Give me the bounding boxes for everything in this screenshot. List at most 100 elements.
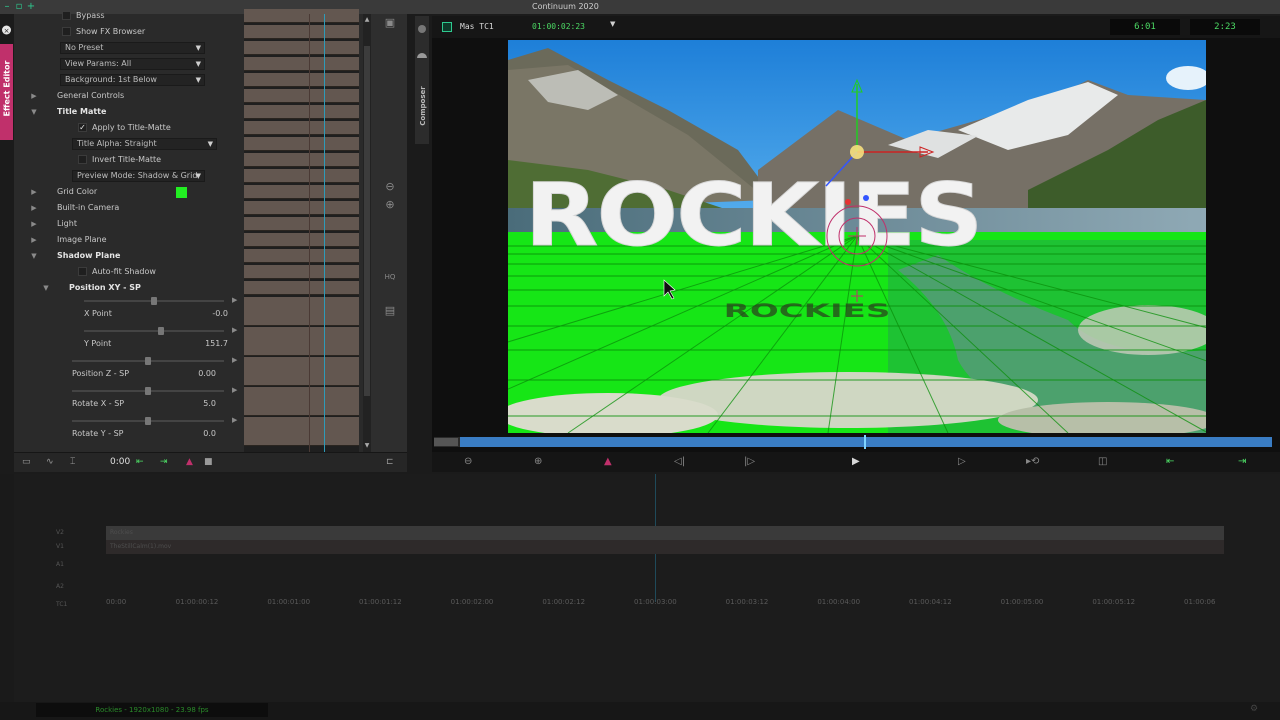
scroll-down-icon[interactable]: ▼ bbox=[363, 442, 371, 449]
slider-knob[interactable] bbox=[145, 387, 151, 395]
param-slider[interactable] bbox=[72, 417, 224, 425]
close-tab-icon[interactable]: × bbox=[0, 20, 13, 40]
keyframe-track[interactable] bbox=[244, 89, 359, 103]
param-row[interactable]: ▼ Shadow Plane bbox=[14, 248, 246, 264]
checkbox[interactable] bbox=[62, 11, 71, 20]
color-swatch[interactable] bbox=[176, 187, 187, 198]
param-slider[interactable] bbox=[84, 297, 224, 305]
track-label[interactable]: A2 bbox=[56, 580, 64, 594]
loop-icon[interactable]: ▸⟲ bbox=[1026, 456, 1039, 467]
collapsed-icon[interactable]: ▶ bbox=[30, 184, 38, 200]
step-forward-icon[interactable]: ▷ bbox=[958, 456, 966, 467]
keyframe-track[interactable] bbox=[244, 73, 359, 87]
param-row[interactable]: Title Alpha: Straight ▼ bbox=[14, 136, 246, 152]
add-keyframe-icon[interactable]: ▲ bbox=[604, 456, 612, 467]
tab-composer[interactable]: Composer bbox=[415, 16, 429, 144]
param-row[interactable]: View Params: All ▼ bbox=[14, 56, 246, 72]
panel-menu-icon[interactable]: ▣ bbox=[383, 16, 397, 30]
keyframe-track[interactable] bbox=[244, 121, 359, 135]
keyframe-track[interactable] bbox=[244, 249, 359, 263]
dropdown[interactable]: Background: 1st Below ▼ bbox=[60, 74, 205, 86]
dropdown[interactable]: No Preset ▼ bbox=[60, 42, 205, 54]
keyframe-track[interactable] bbox=[244, 201, 359, 215]
list-view-icon[interactable]: ▭ bbox=[22, 457, 31, 467]
param-row[interactable]: Preview Mode: Shadow & Grid ▼ bbox=[14, 168, 246, 184]
keyframe-track[interactable] bbox=[244, 297, 359, 326]
checkbox[interactable] bbox=[78, 267, 87, 276]
tab-effect-editor[interactable]: Effect Editor bbox=[0, 44, 13, 140]
stop-icon[interactable]: ■ bbox=[204, 457, 213, 467]
settings-icon[interactable]: ⚙ bbox=[1250, 704, 1258, 714]
param-slider-row[interactable]: ▶ Y Point 151.7 bbox=[14, 326, 246, 356]
checkbox[interactable] bbox=[78, 155, 87, 164]
expanded-icon[interactable]: ▼ bbox=[42, 280, 50, 296]
expand-param-icon[interactable]: ▶ bbox=[232, 292, 237, 308]
checkbox[interactable] bbox=[62, 27, 71, 36]
scrollbar-thumb[interactable] bbox=[364, 46, 370, 396]
param-row[interactable]: ✓ Apply to Title-Matte bbox=[14, 120, 246, 136]
param-value[interactable]: 0.00 bbox=[164, 366, 216, 382]
param-row[interactable]: ▼ Title Matte bbox=[14, 104, 246, 120]
collapsed-icon[interactable]: ▶ bbox=[30, 200, 38, 216]
curve-icon[interactable]: ∿ bbox=[46, 457, 54, 467]
keyframe-area[interactable] bbox=[244, 9, 359, 452]
param-row[interactable]: ▶ Built-in Camera bbox=[14, 200, 246, 216]
param-value[interactable]: 5.0 bbox=[164, 396, 216, 412]
keyframe-track[interactable] bbox=[244, 387, 359, 416]
keyframe-track[interactable] bbox=[244, 357, 359, 386]
monitor-icon[interactable] bbox=[442, 22, 452, 32]
zoom-out-icon[interactable]: ⊖ bbox=[383, 180, 397, 194]
keyframe-track[interactable] bbox=[244, 137, 359, 151]
keyframe-track[interactable] bbox=[244, 327, 359, 356]
minimize-icon[interactable]: – bbox=[2, 2, 12, 12]
expand-param-icon[interactable]: ▶ bbox=[232, 382, 237, 398]
play-reverse-icon[interactable]: |▷ bbox=[744, 456, 755, 467]
add-keyframe-icon[interactable]: ▲ bbox=[186, 457, 193, 467]
keyframe-track[interactable] bbox=[244, 25, 359, 39]
slider-knob[interactable] bbox=[158, 327, 164, 335]
timeline-clip[interactable]: TheStillCalm(1).mov bbox=[106, 540, 1224, 554]
dropdown[interactable]: Title Alpha: Straight ▼ bbox=[72, 138, 217, 150]
param-slider[interactable] bbox=[72, 357, 224, 365]
keyframe-track[interactable] bbox=[244, 105, 359, 119]
dropdown[interactable]: View Params: All ▼ bbox=[60, 58, 205, 70]
param-row[interactable]: No Preset ▼ bbox=[14, 40, 246, 56]
track-label[interactable]: V1 bbox=[56, 540, 64, 554]
keyframe-track[interactable] bbox=[244, 169, 359, 183]
param-slider-row[interactable]: ▶ Position Z - SP 0.00 bbox=[14, 356, 246, 386]
keyframe-track[interactable] bbox=[244, 185, 359, 199]
param-row[interactable]: Auto-fit Shadow bbox=[14, 264, 246, 280]
keyframe-track[interactable] bbox=[244, 217, 359, 231]
dropdown[interactable]: Preview Mode: Shadow & Grid ▼ bbox=[72, 170, 205, 182]
expand-param-icon[interactable]: ▶ bbox=[232, 352, 237, 368]
expand-param-icon[interactable]: ▶ bbox=[232, 412, 237, 428]
expanded-icon[interactable]: ▼ bbox=[30, 248, 38, 264]
hq-icon[interactable]: HQ bbox=[383, 270, 397, 284]
param-row[interactable]: ▶ General Controls bbox=[14, 88, 246, 104]
track-label[interactable]: A1 bbox=[56, 558, 64, 572]
param-row[interactable]: Bypass bbox=[14, 8, 246, 24]
slider-knob[interactable] bbox=[151, 297, 157, 305]
collapse-icon[interactable]: ⊏ bbox=[386, 457, 394, 467]
param-slider-row[interactable]: ▶ X Point -0.0 bbox=[14, 296, 246, 326]
track-label[interactable]: TC1 bbox=[56, 598, 67, 612]
playback-scrubber[interactable] bbox=[434, 435, 1272, 449]
collapsed-icon[interactable]: ▶ bbox=[30, 88, 38, 104]
param-row[interactable]: Show FX Browser bbox=[14, 24, 246, 40]
out-point-icon[interactable]: ⇥ bbox=[1238, 456, 1246, 467]
scroll-up-icon[interactable]: ▲ bbox=[363, 16, 371, 23]
param-row[interactable]: ▶ Grid Color bbox=[14, 184, 246, 200]
keyframe-track[interactable] bbox=[244, 417, 359, 446]
step-back-icon[interactable]: ◁| bbox=[674, 456, 685, 467]
prev-keyframe-icon[interactable]: ⇤ bbox=[136, 457, 144, 467]
param-row[interactable]: ▶ Light bbox=[14, 216, 246, 232]
param-slider[interactable] bbox=[72, 387, 224, 395]
panel-scrollbar[interactable]: ▲ ▼ bbox=[363, 14, 371, 452]
play-icon[interactable]: ▶ bbox=[852, 456, 860, 467]
composer-viewport[interactable]: ROCKIES ROCKIES bbox=[508, 40, 1206, 433]
param-slider-row[interactable]: ▶ Rotate X - SP 5.0 bbox=[14, 386, 246, 416]
param-value[interactable]: 151.7 bbox=[164, 336, 228, 352]
zoom-out-icon[interactable]: ⊖ bbox=[464, 456, 472, 467]
param-row[interactable]: Background: 1st Below ▼ bbox=[14, 72, 246, 88]
keyframe-track[interactable] bbox=[244, 153, 359, 167]
